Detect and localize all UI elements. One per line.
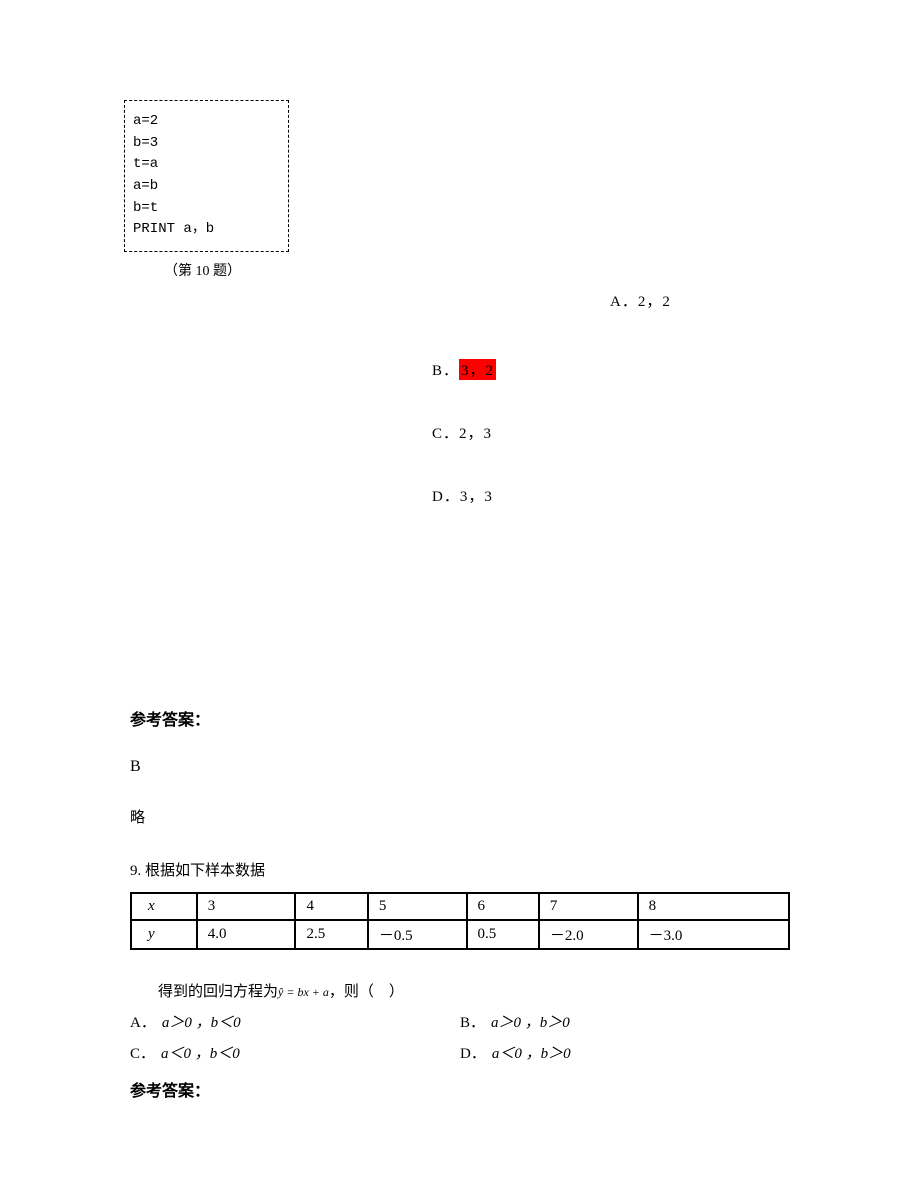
option-cond: a＜0 ，b＞0 <box>492 1042 571 1063</box>
q10-option-b: B．3，2 <box>432 359 790 380</box>
q9-options: A． a＞0 ，b＜0 B． a＞0 ，b＞0 C． a＜0 ，b＜0 D． a… <box>130 1011 790 1063</box>
q9-option-c: C． a＜0 ，b＜0 <box>130 1042 460 1063</box>
table-cell: 6 <box>467 893 539 920</box>
codebox-caption: （第 10 题） <box>164 260 790 280</box>
option-label: A． <box>610 294 638 310</box>
table-cell: 8 <box>638 893 789 920</box>
code-line: t=a <box>133 154 280 176</box>
table-cell: －2.0 <box>539 920 638 949</box>
option-value: 2，3 <box>459 426 492 442</box>
option-label: C． <box>432 426 459 442</box>
option-label: B． <box>460 1011 485 1032</box>
code-line: a=2 <box>133 111 280 133</box>
option-cond: a＜0 ，b＜0 <box>161 1042 240 1063</box>
table-cell: 4.0 <box>197 920 296 949</box>
q10-option-d: D．3，3 <box>432 485 790 506</box>
table-cell: －0.5 <box>368 920 467 949</box>
code-box: a=2 b=3 t=a a=b b=t PRINT a，b <box>124 100 289 252</box>
code-line: b=3 <box>133 133 280 155</box>
table-cell: 7 <box>539 893 638 920</box>
answer-label-2: 参考答案： <box>130 1077 790 1101</box>
answer-value: B <box>130 758 790 776</box>
table-cell: 0.5 <box>467 920 539 949</box>
table-cell: 4 <box>295 893 367 920</box>
code-line: b=t <box>133 198 280 220</box>
code-line: PRINT a，b <box>133 219 280 241</box>
answer-label: 参考答案： <box>130 706 790 730</box>
option-value: 2，2 <box>638 294 671 310</box>
table-row: y 4.0 2.5 －0.5 0.5 －2.0 －3.0 <box>131 920 789 949</box>
table-cell: －3.0 <box>638 920 789 949</box>
q9-option-b: B． a＞0 ，b＞0 <box>460 1011 790 1032</box>
option-value: 3，3 <box>460 489 493 505</box>
table-header-y: y <box>148 926 155 942</box>
table-cell: 3 <box>197 893 296 920</box>
q10-option-c: C．2，3 <box>432 422 790 443</box>
option-value-highlighted: 3，2 <box>459 359 496 380</box>
q9-option-d: D． a＜0 ，b＞0 <box>460 1042 790 1063</box>
option-label: C． <box>130 1042 155 1063</box>
option-label: B． <box>432 363 459 379</box>
eq: ŷ = bx + a <box>278 985 329 999</box>
table-header-x: x <box>148 898 155 914</box>
option-label: D． <box>460 1042 486 1063</box>
option-cond: a＞0 ，b＞0 <box>491 1011 570 1032</box>
option-cond: a＞0 ，b＜0 <box>162 1011 241 1032</box>
q9-prompt: 9. 根据如下样本数据 <box>130 859 790 880</box>
option-label: A． <box>130 1011 156 1032</box>
table-row: x 3 4 5 6 7 8 <box>131 893 789 920</box>
q10-option-a: A．2，2 <box>610 290 790 311</box>
q9-equation-line: 得到的回归方程为ŷ = bx + a，则（ ） <box>130 980 790 1001</box>
code-line: a=b <box>133 176 280 198</box>
eq-prefix: 得到的回归方程为 <box>158 984 278 1000</box>
eq-suffix: ，则（ ） <box>329 984 404 1000</box>
answer-skip: 略 <box>130 806 790 827</box>
option-label: D． <box>432 489 460 505</box>
table-cell: 2.5 <box>295 920 367 949</box>
q9-option-a: A． a＞0 ，b＜0 <box>130 1011 460 1032</box>
table-cell: 5 <box>368 893 467 920</box>
q9-table: x 3 4 5 6 7 8 y 4.0 2.5 －0.5 0.5 －2.0 －3… <box>130 892 790 950</box>
